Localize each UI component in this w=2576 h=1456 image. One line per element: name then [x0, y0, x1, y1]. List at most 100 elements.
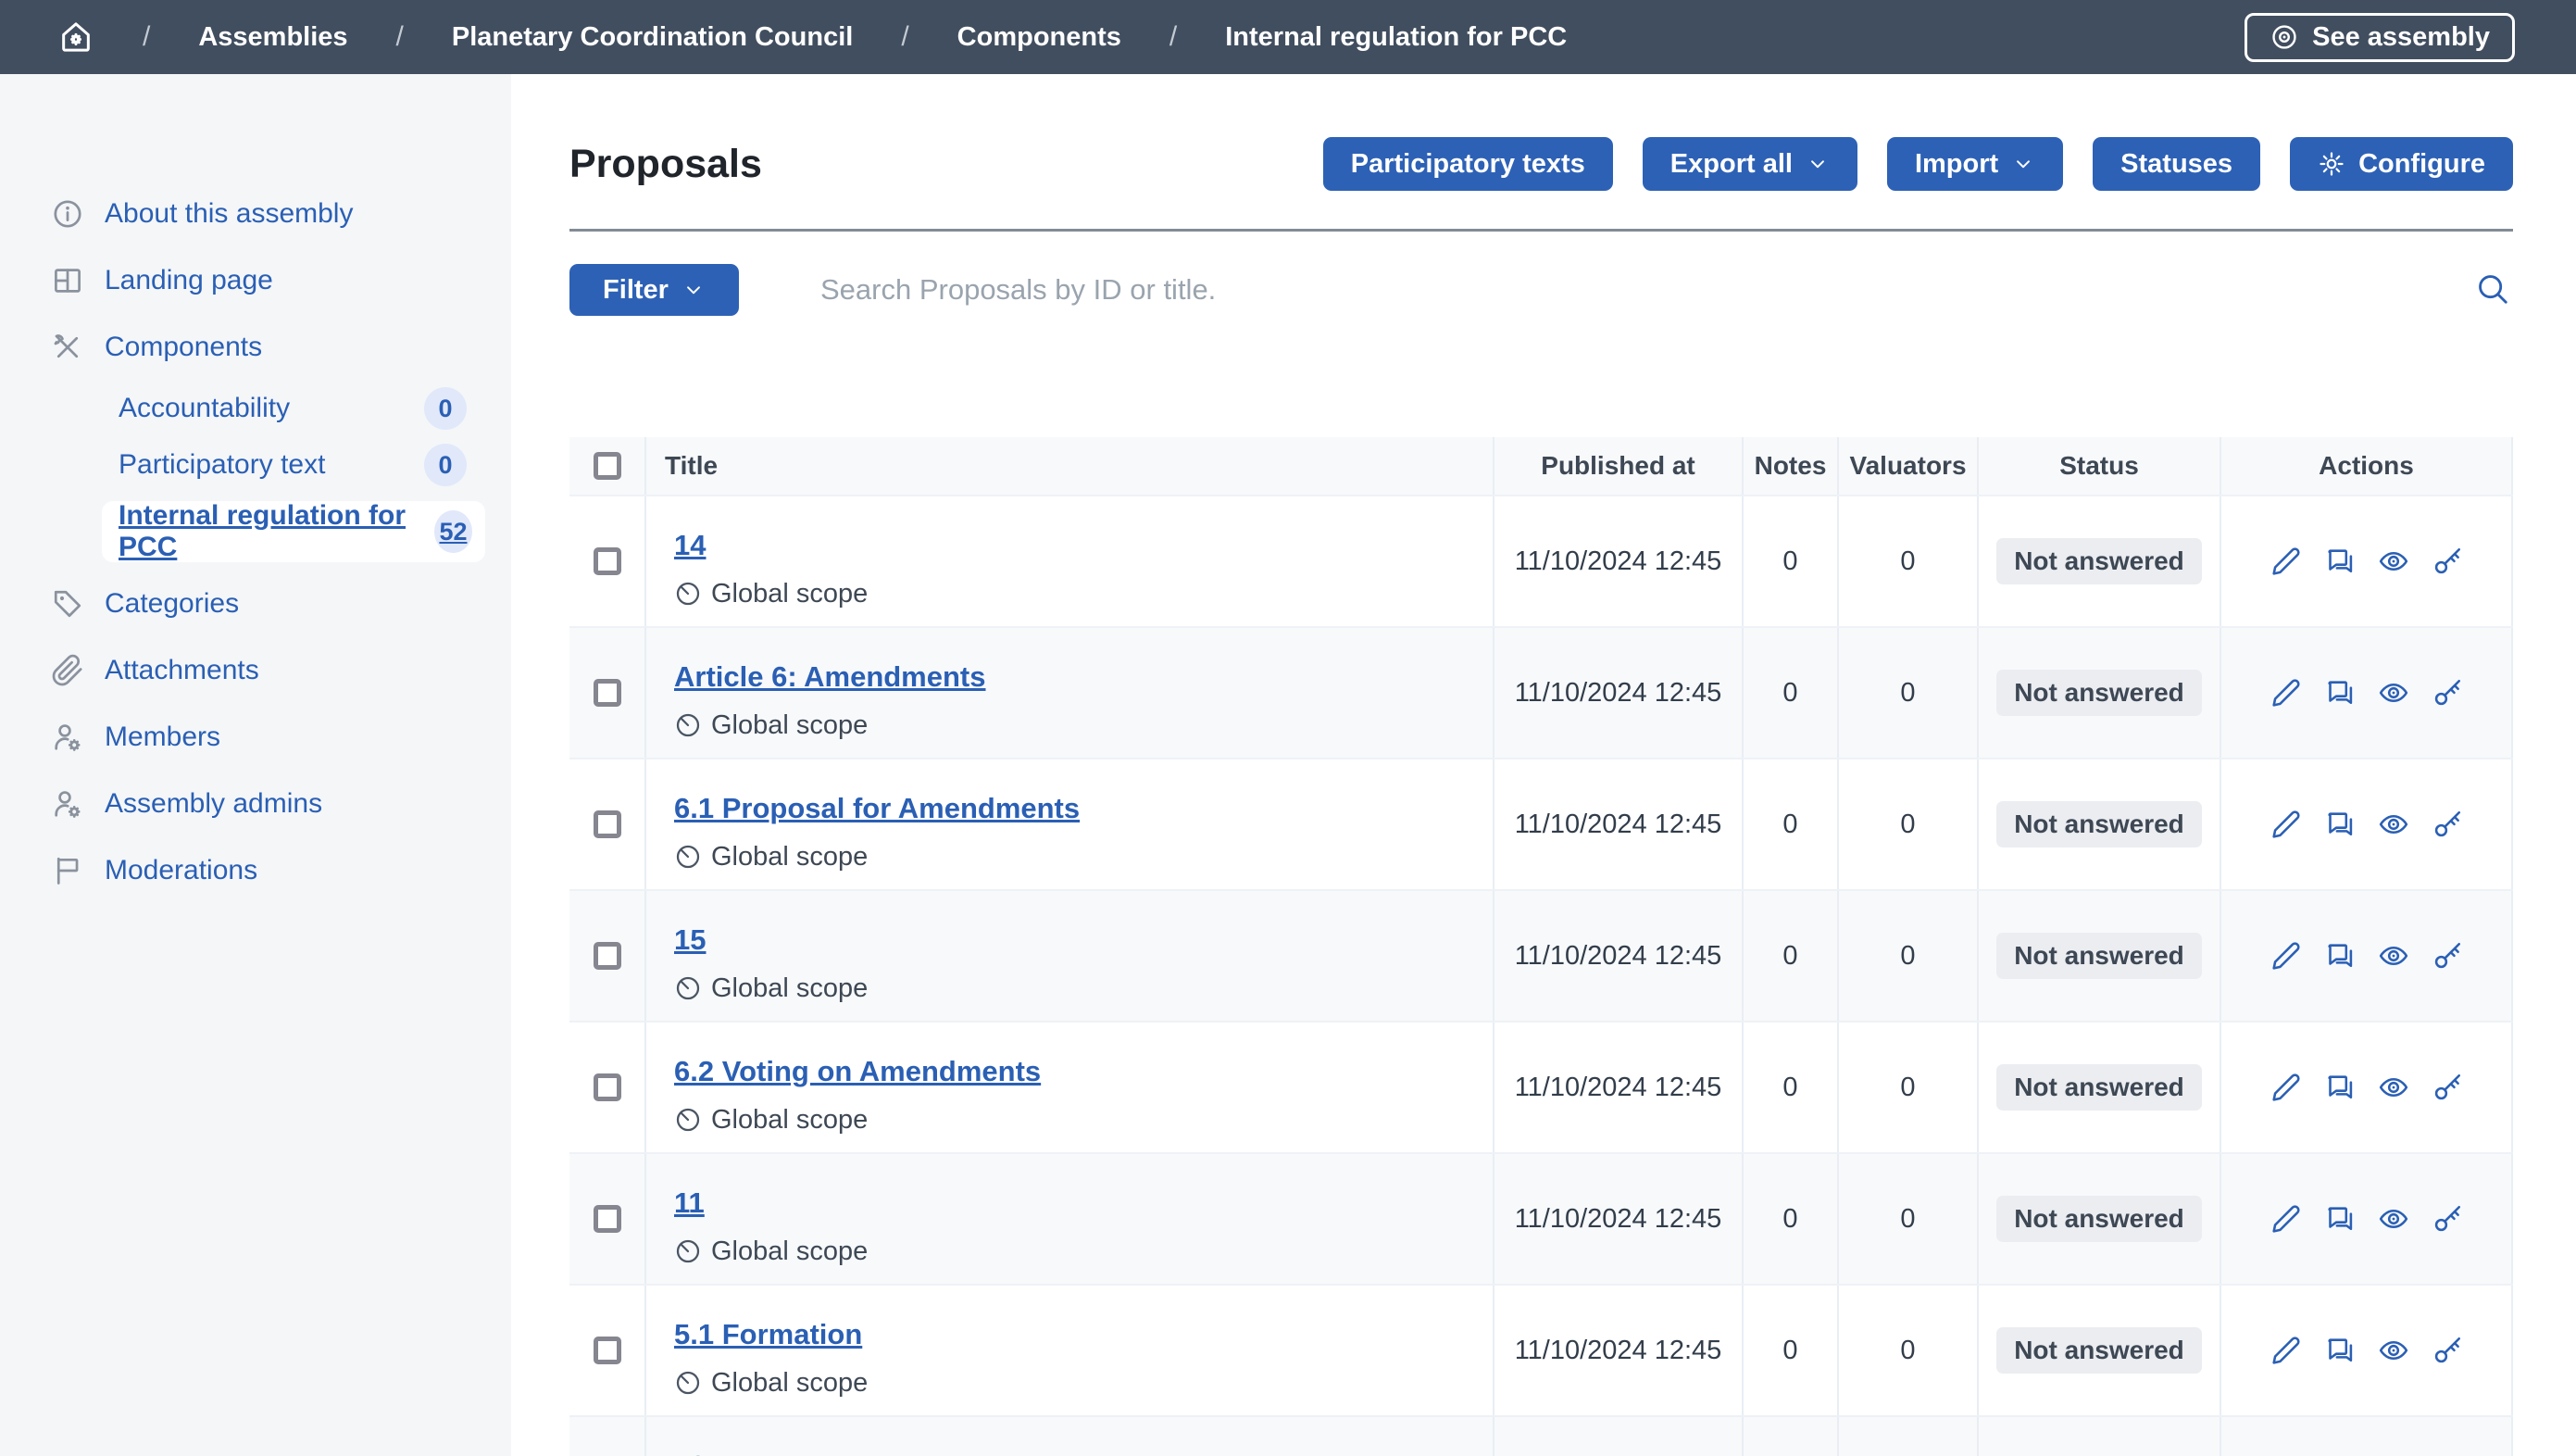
row-checkbox[interactable] [594, 1205, 621, 1233]
edit-icon[interactable] [2270, 1203, 2302, 1235]
permissions-icon[interactable] [2432, 546, 2463, 577]
export-all-button[interactable]: Export all [1643, 137, 1857, 191]
edit-icon[interactable] [2270, 809, 2302, 840]
sidebar-item-attachments[interactable]: Attachments [51, 650, 511, 691]
breadcrumb-components[interactable]: Components [957, 22, 1121, 53]
sidebar-item-about-assembly[interactable]: About this assembly [51, 194, 511, 234]
status-badge: Not answered [1996, 538, 2202, 584]
permissions-icon[interactable] [2432, 1072, 2463, 1103]
sidebar-item-components[interactable]: Components [51, 327, 511, 368]
sidebar-item-landing-page[interactable]: Landing page [51, 260, 511, 301]
home-icon[interactable] [57, 19, 94, 56]
preview-icon[interactable] [2378, 1203, 2409, 1235]
breadcrumb-assembly[interactable]: Planetary Coordination Council [452, 22, 853, 53]
permissions-icon[interactable] [2432, 677, 2463, 709]
column-header-title: Title [646, 437, 1494, 495]
row-checkbox[interactable] [594, 547, 621, 575]
sidebar-item-moderations[interactable]: Moderations [51, 850, 511, 891]
column-header-status: Status [1979, 437, 2221, 495]
sidebar-item-label: Participatory text [119, 449, 325, 481]
row-checkbox[interactable] [594, 1073, 621, 1101]
published-at-cell: 11/10/2024 12:45 [1494, 628, 1744, 758]
section-divider [569, 229, 2513, 232]
published-at-cell: 11/10/2024 12:45 [1494, 496, 1744, 626]
published-at-cell: 11/10/2024 12:45 [1494, 1154, 1744, 1284]
breadcrumb-assemblies[interactable]: Assemblies [198, 22, 347, 53]
valuators-cell: 0 [1839, 1154, 1979, 1284]
proposal-title-link[interactable]: Article 6: Amendments [674, 659, 986, 696]
answer-icon[interactable] [2324, 1203, 2356, 1235]
sidebar-item-label: Members [105, 722, 220, 753]
edit-icon[interactable] [2270, 1335, 2302, 1366]
preview-icon[interactable] [2378, 1335, 2409, 1366]
answer-icon[interactable] [2324, 809, 2356, 840]
global-scope-icon [674, 974, 702, 1002]
status-badge: Not answered [1996, 1196, 2202, 1242]
answer-icon[interactable] [2324, 546, 2356, 577]
participatory-texts-button[interactable]: Participatory texts [1323, 137, 1613, 191]
answer-icon[interactable] [2324, 1335, 2356, 1366]
proposal-title-link[interactable]: 11 [674, 1185, 705, 1222]
filter-button[interactable]: Filter [569, 264, 739, 316]
column-header-actions: Actions [2221, 437, 2513, 495]
eye-icon [2270, 22, 2299, 52]
import-button[interactable]: Import [1887, 137, 2063, 191]
sidebar-item-label: Categories [105, 588, 239, 620]
count-badge: 0 [424, 387, 467, 430]
status-badge: Not answered [1996, 1327, 2202, 1374]
proposal-title-link[interactable]: 15 [674, 922, 706, 959]
sidebar-item-participatory-text[interactable]: Participatory text 0 [119, 445, 467, 485]
row-checkbox[interactable] [594, 810, 621, 838]
permissions-icon[interactable] [2432, 1335, 2463, 1366]
proposal-title-link[interactable]: 6.2 Voting on Amendments [674, 1053, 1041, 1090]
search-input[interactable] [820, 273, 2472, 307]
proposal-title-link[interactable]: 6.1 Proposal for Amendments [674, 790, 1080, 827]
permissions-icon[interactable] [2432, 1203, 2463, 1235]
row-checkbox[interactable] [594, 942, 621, 970]
preview-icon[interactable] [2378, 677, 2409, 709]
sidebar-item-label: Attachments [105, 655, 259, 686]
notes-cell: 0 [1744, 628, 1839, 758]
answer-icon[interactable] [2324, 1072, 2356, 1103]
preview-icon[interactable] [2378, 940, 2409, 972]
proposal-title-link[interactable]: 5.1 Formation [674, 1316, 862, 1353]
proposal-title-link[interactable]: 12 [674, 1448, 706, 1456]
edit-icon[interactable] [2270, 1072, 2302, 1103]
select-all-checkbox[interactable] [594, 452, 621, 480]
proposal-title-link[interactable]: 14 [674, 527, 706, 564]
breadcrumb-separator: / [1169, 21, 1177, 53]
scope-label: Global scope [711, 578, 868, 609]
configure-button[interactable]: Configure [2290, 137, 2513, 191]
edit-icon[interactable] [2270, 546, 2302, 577]
edit-icon[interactable] [2270, 677, 2302, 709]
status-badge: Not answered [1996, 1064, 2202, 1111]
sidebar-item-assembly-admins[interactable]: Assembly admins [51, 784, 511, 824]
answer-icon[interactable] [2324, 677, 2356, 709]
statuses-button[interactable]: Statuses [2093, 137, 2260, 191]
permissions-icon[interactable] [2432, 940, 2463, 972]
page-title: Proposals [569, 142, 762, 187]
edit-icon[interactable] [2270, 940, 2302, 972]
see-assembly-button[interactable]: See assembly [2245, 13, 2515, 62]
sidebar-item-members[interactable]: Members [51, 717, 511, 758]
permissions-icon[interactable] [2432, 809, 2463, 840]
global-scope-icon [674, 843, 702, 871]
sidebar-item-internal-regulation[interactable]: Internal regulation for PCC 52 [102, 501, 485, 562]
row-checkbox[interactable] [594, 1337, 621, 1364]
valuators-cell: 0 [1839, 628, 1979, 758]
sidebar-item-categories[interactable]: Categories [51, 584, 511, 624]
search-icon[interactable] [2472, 270, 2513, 310]
flag-icon [51, 854, 84, 887]
preview-icon[interactable] [2378, 546, 2409, 577]
answer-icon[interactable] [2324, 940, 2356, 972]
sidebar-item-label: Moderations [105, 855, 257, 886]
notes-cell: 0 [1744, 891, 1839, 1021]
preview-icon[interactable] [2378, 1072, 2409, 1103]
sidebar-item-accountability[interactable]: Accountability 0 [119, 388, 467, 429]
row-checkbox[interactable] [594, 679, 621, 707]
global-scope-icon [674, 1237, 702, 1265]
chevron-down-icon [2011, 152, 2035, 176]
paperclip-icon [51, 654, 84, 687]
breadcrumb-separator: / [143, 21, 150, 53]
preview-icon[interactable] [2378, 809, 2409, 840]
